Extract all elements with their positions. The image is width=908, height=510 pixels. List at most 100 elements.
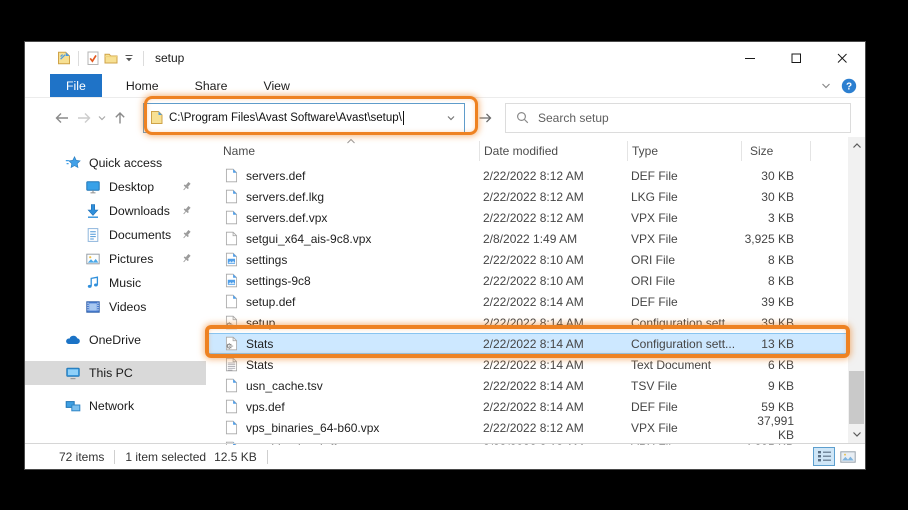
file-date-modified: 2/22/2022 8:14 AM bbox=[479, 295, 627, 309]
file-type: VPX File bbox=[627, 421, 741, 435]
separator bbox=[143, 51, 144, 66]
pin-icon bbox=[181, 253, 192, 264]
sidebar-item-music[interactable]: Music bbox=[25, 271, 206, 295]
recent-locations-button[interactable] bbox=[95, 106, 109, 130]
address-dropdown-button[interactable] bbox=[442, 107, 460, 129]
up-button[interactable] bbox=[109, 106, 131, 130]
file-date-modified: 2/22/2022 8:12 AM bbox=[479, 211, 627, 225]
file-size: 3,925 KB bbox=[741, 232, 811, 246]
toolbar-dropdown-icon[interactable] bbox=[120, 49, 138, 67]
scroll-down-button[interactable] bbox=[848, 427, 865, 442]
chevron-down-icon bbox=[852, 431, 862, 438]
sidebar-item-label: Pictures bbox=[109, 252, 153, 266]
file-row-setup-def[interactable]: setup.def2/22/2022 8:14 AMDEF File39 KB bbox=[206, 291, 865, 312]
tab-home[interactable]: Home bbox=[108, 74, 177, 97]
file-gear-icon bbox=[223, 336, 239, 352]
scroll-up-button[interactable] bbox=[848, 138, 865, 153]
back-button[interactable] bbox=[51, 106, 73, 130]
file-row-vps-binaries-64-b60-vpx[interactable]: vps_binaries_64-b60.vpx2/22/2022 8:12 AM… bbox=[206, 417, 865, 438]
file-name-cell: setgui_x64_ais-9c8.vpx bbox=[206, 231, 479, 247]
search-icon bbox=[515, 110, 530, 125]
file-size: 6 KB bbox=[741, 358, 811, 372]
file-blue-icon bbox=[223, 294, 239, 310]
address-path[interactable]: C:\Program Files\Avast Software\Avast\se… bbox=[169, 112, 402, 124]
sidebar-item-label: Quick access bbox=[89, 156, 162, 170]
file-name: setgui_x64_ais-9c8.vpx bbox=[246, 232, 371, 246]
file-type: DEF File bbox=[627, 295, 741, 309]
file-name: settings bbox=[246, 253, 287, 267]
sidebar-item-quick-access[interactable]: Quick access bbox=[25, 151, 206, 175]
sidebar-item-documents[interactable]: Documents bbox=[25, 223, 206, 247]
search-box[interactable]: Search setup bbox=[505, 103, 851, 133]
minimize-button[interactable] bbox=[727, 42, 773, 74]
file-blue-icon bbox=[223, 399, 239, 415]
file-type: DEF File bbox=[627, 169, 741, 183]
tab-file[interactable]: File bbox=[50, 74, 102, 97]
file-image-icon bbox=[223, 252, 239, 268]
details-view-icon bbox=[817, 450, 832, 463]
file-size: 13 KB bbox=[741, 337, 811, 351]
column-header-name[interactable]: Name bbox=[206, 141, 479, 161]
file-date-modified: 2/22/2022 8:10 AM bbox=[479, 253, 627, 267]
file-row-stats[interactable]: Stats2/22/2022 8:14 AMText Document6 KB bbox=[206, 354, 865, 375]
file-name: usn_cache.tsv bbox=[246, 379, 323, 393]
close-button[interactable] bbox=[819, 42, 865, 74]
file-size: 59 KB bbox=[741, 400, 811, 414]
column-header-date-modified[interactable]: Date modified bbox=[479, 141, 627, 161]
file-row-servers-def-vpx[interactable]: servers.def.vpx2/22/2022 8:12 AMVPX File… bbox=[206, 207, 865, 228]
close-icon bbox=[834, 50, 850, 66]
column-header-type[interactable]: Type bbox=[627, 141, 741, 161]
maximize-button[interactable] bbox=[773, 42, 819, 74]
file-type: ORI File bbox=[627, 274, 741, 288]
column-header-size[interactable]: Size bbox=[741, 141, 811, 161]
sidebar-item-desktop[interactable]: Desktop bbox=[25, 175, 206, 199]
explorer-window: setup File Home Share View ? C bbox=[24, 41, 866, 470]
thumbnails-view-button[interactable] bbox=[837, 447, 859, 466]
sidebar-item-downloads[interactable]: Downloads bbox=[25, 199, 206, 223]
file-blue-icon bbox=[223, 378, 239, 394]
navigation-bar: C:\Program Files\Avast Software\Avast\se… bbox=[25, 98, 865, 137]
scrollbar-thumb[interactable] bbox=[849, 371, 864, 424]
file-date-modified: 2/22/2022 8:14 AM bbox=[479, 379, 627, 393]
sidebar-item-videos[interactable]: Videos bbox=[25, 295, 206, 319]
ribbon-expand-icon[interactable] bbox=[819, 79, 833, 93]
file-type: DEF File bbox=[627, 400, 741, 414]
file-row-setgui-x64-ais-9c8-vpx[interactable]: setgui_x64_ais-9c8.vpx2/8/2022 1:49 AMVP… bbox=[206, 228, 865, 249]
tab-view[interactable]: View bbox=[245, 74, 307, 97]
file-row-stats[interactable]: Stats2/22/2022 8:14 AMConfiguration sett… bbox=[206, 333, 865, 354]
file-name: servers.def bbox=[246, 169, 305, 183]
explorer-icon[interactable] bbox=[55, 49, 73, 67]
check-doc-icon[interactable] bbox=[84, 49, 102, 67]
vertical-scrollbar[interactable] bbox=[848, 137, 865, 443]
file-rows: servers.def2/22/2022 8:12 AMDEF File30 K… bbox=[206, 165, 865, 445]
pin-icon bbox=[181, 205, 192, 216]
file-row-settings[interactable]: settings2/22/2022 8:10 AMORI File8 KB bbox=[206, 249, 865, 270]
column-headers: Name Date modified Type Size bbox=[206, 137, 865, 165]
svg-text:?: ? bbox=[846, 82, 852, 93]
sidebar-item-pictures[interactable]: Pictures bbox=[25, 247, 206, 271]
details-view-button[interactable] bbox=[813, 447, 835, 466]
up-icon bbox=[112, 110, 128, 126]
file-row-setup[interactable]: setup2/22/2022 8:14 AMConfiguration sett… bbox=[206, 312, 865, 333]
file-row-servers-def-lkg[interactable]: servers.def.lkg2/22/2022 8:12 AMLKG File… bbox=[206, 186, 865, 207]
chevron-down-icon bbox=[96, 112, 108, 124]
sidebar-item-onedrive[interactable]: OneDrive bbox=[25, 328, 206, 352]
tab-share[interactable]: Share bbox=[177, 74, 246, 97]
forward-button[interactable] bbox=[73, 106, 95, 130]
sidebar-item-this-pc[interactable]: This PC bbox=[25, 361, 206, 385]
help-icon[interactable]: ? bbox=[841, 78, 857, 94]
file-row-usn-cache-tsv[interactable]: usn_cache.tsv2/22/2022 8:14 AMTSV File9 … bbox=[206, 375, 865, 396]
file-size: 30 KB bbox=[741, 169, 811, 183]
file-name: vps_binaries_64-b60.vpx bbox=[246, 421, 379, 435]
file-size: 9 KB bbox=[741, 379, 811, 393]
file-row-settings-9c8[interactable]: settings-9c82/22/2022 8:10 AMORI File8 K… bbox=[206, 270, 865, 291]
go-to-button[interactable] bbox=[475, 106, 495, 130]
sidebar-item-network[interactable]: Network bbox=[25, 394, 206, 418]
file-name: setup bbox=[246, 316, 275, 330]
address-bar[interactable]: C:\Program Files\Avast Software\Avast\se… bbox=[143, 103, 465, 133]
folder-icon[interactable] bbox=[102, 49, 120, 67]
file-text-icon bbox=[223, 357, 239, 373]
file-row-servers-def[interactable]: servers.def2/22/2022 8:12 AMDEF File30 K… bbox=[206, 165, 865, 186]
file-name-cell: vps_binaries_64-b60.vpx bbox=[206, 420, 479, 436]
back-icon bbox=[53, 110, 71, 126]
